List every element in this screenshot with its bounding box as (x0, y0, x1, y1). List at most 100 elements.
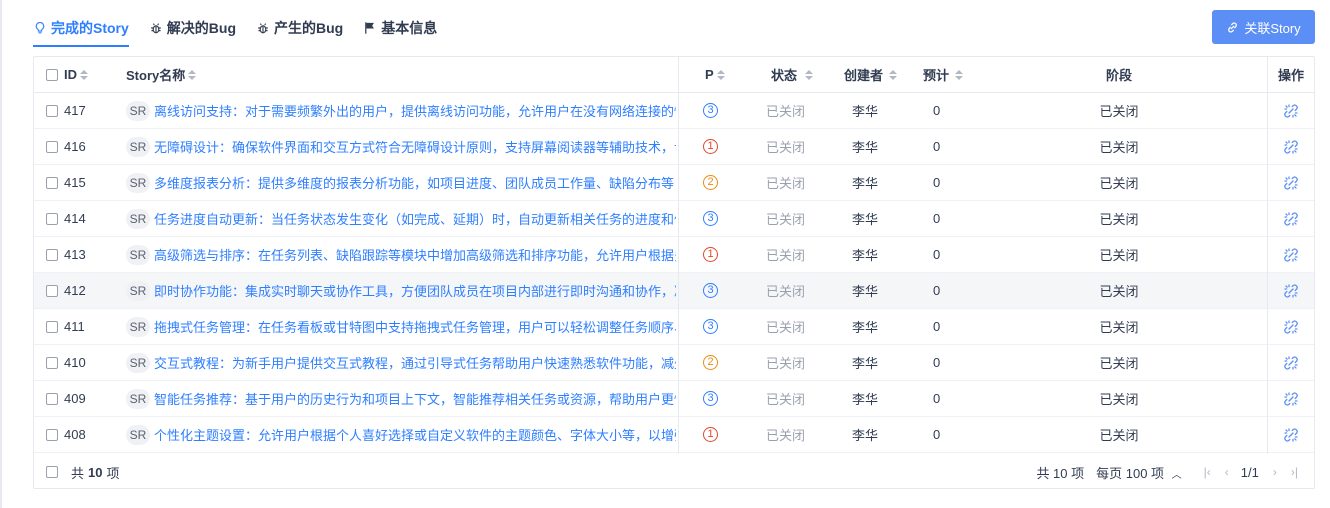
header-status[interactable]: 状态 (771, 57, 815, 92)
unlink-icon[interactable] (1283, 319, 1299, 335)
row-name-cell: SR 离线访问支持：对于需要频繁外出的用户，提供离线访问功能，允许用户在没有网络连… (126, 93, 676, 128)
unlink-icon[interactable] (1283, 427, 1299, 443)
select-all-checkbox[interactable] (46, 68, 58, 81)
story-title-link[interactable]: 拖拽式任务管理：在任务看板或甘特图中支持拖拽式任务管理，用户可以轻松调整任务顺序… (154, 317, 676, 336)
row-checkbox[interactable] (46, 212, 58, 225)
table-row[interactable]: 413 SR 高级筛选与排序：在任务列表、缺陷跟踪等模块中增加高级筛选和排序功能，允… (34, 237, 1314, 273)
row-status-cell: 已关闭 (766, 345, 810, 380)
next-page-icon[interactable]: › (1273, 465, 1277, 479)
row-checkbox[interactable] (46, 176, 58, 189)
row-status: 已关闭 (766, 176, 806, 191)
row-stage-cell: 已关闭 (1074, 93, 1164, 128)
row-stage-cell: 已关闭 (1074, 381, 1164, 416)
row-pri-cell: 3 (703, 93, 723, 128)
row-estimate-cell: 0 (933, 417, 953, 452)
header-name[interactable]: Story名称 (126, 57, 326, 92)
unlink-icon[interactable] (1283, 103, 1299, 119)
sort-icon (805, 69, 814, 80)
story-type-badge: SR (126, 136, 150, 157)
story-title-link[interactable]: 多维度报表分析：提供多维度的报表分析功能，如项目进度、团队成员工作量、缺陷分布等… (154, 173, 676, 192)
row-creator-cell: 李华 (852, 201, 892, 236)
tab-1[interactable]: 解决的Bug (149, 10, 236, 46)
row-id-cell: 409 (46, 381, 106, 416)
row-status: 已关闭 (766, 212, 806, 227)
row-stage: 已关闭 (1099, 248, 1139, 263)
table-row[interactable]: 410 SR 交互式教程：为新手用户提供交互式教程，通过引导式任务帮助用户快速熟悉软… (34, 345, 1314, 381)
row-id: 408 (64, 427, 86, 442)
table-row[interactable]: 416 SR 无障碍设计：确保软件界面和交互方式符合无障碍设计原则，支持屏幕阅读器等… (34, 129, 1314, 165)
flag-icon (363, 21, 381, 35)
prev-page-icon[interactable]: ‹ (1225, 465, 1229, 479)
table-row[interactable]: 417 SR 离线访问支持：对于需要频繁外出的用户，提供离线访问功能，允许用户在没有… (34, 93, 1314, 129)
row-actions-cell (1267, 237, 1315, 272)
row-id: 414 (64, 211, 86, 226)
row-status: 已关闭 (766, 320, 806, 335)
table-row[interactable]: 414 SR 任务进度自动更新：当任务状态发生变化（如完成、延期）时，自动更新相关任… (34, 201, 1314, 237)
link-story-button[interactable]: 关联Story (1212, 10, 1315, 44)
story-title-link[interactable]: 个性化主题设置：允许用户根据个人喜好选择或自定义软件的主题颜色、字体大小等，以增… (154, 425, 676, 444)
unlink-icon[interactable] (1283, 283, 1299, 299)
table-row[interactable]: 408 SR 个性化主题设置：允许用户根据个人喜好选择或自定义软件的主题颜色、字体大… (34, 417, 1314, 453)
unlink-icon[interactable] (1283, 139, 1299, 155)
story-title-link[interactable]: 任务进度自动更新：当任务状态发生变化（如完成、延期）时，自动更新相关任务的进度和… (154, 209, 676, 228)
header-creator[interactable]: 创建者 (844, 57, 904, 92)
row-estimate: 0 (933, 355, 941, 370)
story-title-link[interactable]: 智能任务推荐：基于用户的历史行为和项目上下文，智能推荐相关任务或资源，帮助用户更… (154, 389, 676, 408)
per-page-label: 每页 100 项 (1096, 465, 1165, 481)
story-title-link[interactable]: 离线访问支持：对于需要频繁外出的用户，提供离线访问功能，允许用户在没有网络连接的… (154, 101, 676, 120)
row-stage-cell: 已关闭 (1074, 309, 1164, 344)
row-creator-cell: 李华 (852, 273, 892, 308)
footer-total-count: 10 (88, 464, 103, 480)
row-pri-cell: 2 (703, 345, 723, 380)
row-checkbox[interactable] (46, 320, 58, 333)
unlink-icon[interactable] (1283, 355, 1299, 371)
row-checkbox[interactable] (46, 248, 58, 261)
story-title-link[interactable]: 无障碍设计：确保软件界面和交互方式符合无障碍设计原则，支持屏幕阅读器等辅助技术，… (154, 137, 676, 156)
row-estimate-cell: 0 (933, 129, 953, 164)
row-checkbox[interactable] (46, 104, 58, 117)
row-actions-cell (1267, 165, 1315, 200)
priority-badge: 2 (703, 175, 718, 190)
header-pri[interactable]: P (705, 57, 729, 92)
header-id[interactable]: ID (46, 57, 106, 92)
last-page-icon[interactable]: ›| (1291, 465, 1298, 479)
row-checkbox[interactable] (46, 428, 58, 441)
row-stage-cell: 已关闭 (1074, 417, 1164, 452)
row-stage: 已关闭 (1099, 428, 1139, 443)
story-title-link[interactable]: 高级筛选与排序：在任务列表、缺陷跟踪等模块中增加高级筛选和排序功能，允许用户根据… (154, 245, 676, 264)
unlink-icon[interactable] (1283, 391, 1299, 407)
row-estimate: 0 (933, 283, 941, 298)
table-row[interactable]: 412 SR 即时协作功能：集成实时聊天或协作工具，方便团队成员在项目内部进行即时沟… (34, 273, 1314, 309)
row-status-cell: 已关闭 (766, 165, 810, 200)
row-estimate: 0 (933, 319, 941, 334)
row-estimate: 0 (933, 247, 941, 262)
story-title-link[interactable]: 交互式教程：为新手用户提供交互式教程，通过引导式任务帮助用户快速熟悉软件功能，减… (154, 353, 676, 372)
per-page-select[interactable]: 每页 100 项 ︿ (1096, 463, 1182, 482)
footer-select-checkbox[interactable] (46, 466, 58, 478)
row-name-cell: SR 多维度报表分析：提供多维度的报表分析功能，如项目进度、团队成员工作量、缺陷分… (126, 165, 676, 200)
table-row[interactable]: 409 SR 智能任务推荐：基于用户的历史行为和项目上下文，智能推荐相关任务或资源，… (34, 381, 1314, 417)
row-estimate-cell: 0 (933, 165, 953, 200)
unlink-icon[interactable] (1283, 211, 1299, 227)
row-stage-cell: 已关闭 (1074, 273, 1164, 308)
tab-3[interactable]: 基本信息 (363, 10, 437, 46)
row-checkbox[interactable] (46, 284, 58, 297)
lightbulb-icon (33, 21, 51, 35)
row-checkbox[interactable] (46, 356, 58, 369)
row-pri-cell: 1 (703, 237, 723, 272)
unlink-icon[interactable] (1283, 247, 1299, 263)
table-row[interactable]: 415 SR 多维度报表分析：提供多维度的报表分析功能，如项目进度、团队成员工作量、… (34, 165, 1314, 201)
unlink-icon[interactable] (1283, 175, 1299, 191)
header-estimate[interactable]: 预计 (923, 57, 967, 92)
tab-0[interactable]: 完成的Story (33, 10, 129, 47)
row-checkbox[interactable] (46, 140, 58, 153)
row-estimate: 0 (933, 211, 941, 226)
row-checkbox[interactable] (46, 392, 58, 405)
first-page-icon[interactable]: |‹ (1204, 465, 1211, 479)
row-status-cell: 已关闭 (766, 93, 810, 128)
sort-icon (80, 69, 88, 80)
tab-2[interactable]: 产生的Bug (256, 10, 343, 46)
story-title-link[interactable]: 即时协作功能：集成实时聊天或协作工具，方便团队成员在项目内部进行即时沟通和协作，… (154, 281, 676, 300)
left-edge (0, 0, 2, 508)
table-row[interactable]: 411 SR 拖拽式任务管理：在任务看板或甘特图中支持拖拽式任务管理，用户可以轻松调… (34, 309, 1314, 345)
